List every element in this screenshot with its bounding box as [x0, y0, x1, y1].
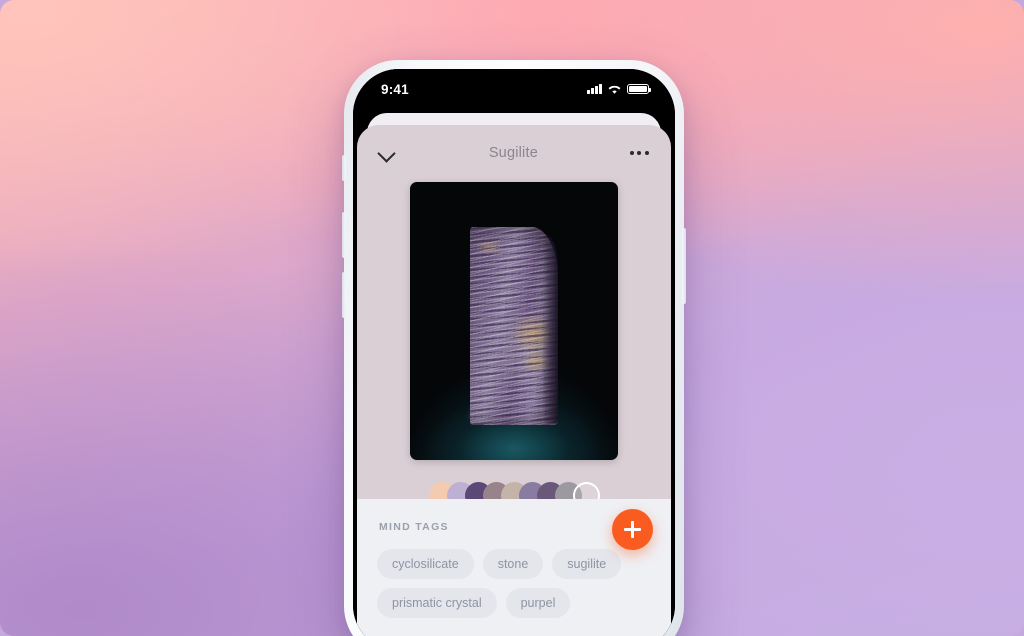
chevron-down-icon[interactable] — [377, 142, 399, 164]
status-bar-icons — [587, 83, 652, 95]
cellular-bars-icon — [587, 84, 602, 94]
tag-chip[interactable]: stone — [482, 549, 544, 579]
more-horizontal-icon[interactable] — [628, 145, 651, 161]
stone-edge-shadow — [542, 233, 558, 423]
volume-down-button[interactable] — [342, 272, 346, 318]
app-bar: Sugilite — [357, 125, 671, 181]
status-bar: 9:41 — [353, 69, 675, 109]
mind-tags-label: MIND TAGS — [379, 521, 449, 533]
tag-chip[interactable]: sugilite — [552, 549, 622, 579]
silent-switch-button[interactable] — [342, 155, 346, 181]
color-palette-row — [357, 482, 671, 499]
tag-chip[interactable]: prismatic crystal — [377, 588, 497, 618]
phone-screen-bezel: 9:41 Sugilite MIND TAGS cyclosilicate st… — [353, 69, 675, 636]
tag-chip[interactable]: cyclosilicate — [377, 549, 474, 579]
app-screen: 9:41 Sugilite MIND TAGS cyclosilicate st… — [353, 69, 675, 636]
tag-chip[interactable]: purpel — [505, 588, 571, 618]
power-button[interactable] — [682, 228, 686, 304]
wifi-icon — [608, 85, 621, 94]
page-title: Sugilite — [488, 145, 538, 161]
status-bar-clock: 9:41 — [381, 81, 409, 97]
mineral-photo[interactable] — [410, 182, 618, 460]
sugilite-stone — [470, 227, 558, 425]
phone-device-frame: 9:41 Sugilite MIND TAGS cyclosilicate st… — [342, 60, 686, 636]
color-swatch-add[interactable] — [572, 482, 600, 499]
volume-up-button[interactable] — [342, 212, 346, 258]
battery-full-icon — [627, 83, 652, 95]
photo-container — [357, 182, 671, 460]
tags-panel: MIND TAGS cyclosilicate stone sugilite p… — [357, 499, 671, 636]
detail-card: Sugilite — [357, 125, 671, 499]
plus-icon — [624, 521, 641, 538]
add-tag-button[interactable] — [612, 509, 653, 550]
